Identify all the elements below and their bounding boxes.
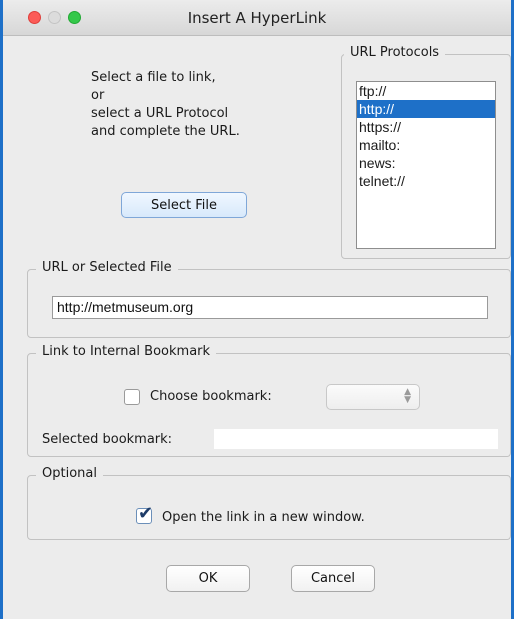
selected-bookmark-label: Selected bookmark:: [42, 432, 173, 447]
instructions-text: Select a file to link, or select a URL P…: [91, 69, 321, 141]
internal-bookmark-group: Link to Internal Bookmark Choose bookmar…: [27, 344, 511, 457]
instruction-line: and complete the URL.: [91, 124, 240, 139]
url-protocols-group: URL Protocols ftp:// http:// https:// ma…: [341, 45, 511, 259]
url-protocols-list[interactable]: ftp:// http:// https:// mailto: news: te…: [356, 81, 496, 249]
url-or-file-legend: URL or Selected File: [36, 260, 178, 275]
optional-group: Optional ✔ Open the link in a new window…: [27, 466, 511, 540]
new-window-label[interactable]: Open the link in a new window.: [162, 510, 365, 525]
url-protocols-legend: URL Protocols: [344, 45, 446, 60]
ok-button[interactable]: OK: [166, 565, 250, 592]
url-input[interactable]: http://metmuseum.org: [52, 296, 488, 319]
cancel-button[interactable]: Cancel: [291, 565, 375, 592]
new-window-checkbox[interactable]: ✔: [136, 503, 154, 524]
instruction-line: or: [91, 88, 105, 103]
selected-bookmark-field: [214, 429, 498, 449]
choose-bookmark-checkbox[interactable]: [124, 389, 140, 405]
protocol-item-telnet[interactable]: telnet://: [357, 172, 495, 190]
url-or-file-group: URL or Selected File http://metmuseum.or…: [27, 260, 511, 338]
choose-bookmark-label[interactable]: Choose bookmark:: [150, 389, 272, 404]
protocol-item-ftp[interactable]: ftp://: [357, 82, 495, 100]
instruction-line: select a URL Protocol: [91, 106, 229, 121]
window-title: Insert A HyperLink: [187, 9, 327, 27]
optional-legend: Optional: [36, 466, 103, 481]
title-bar: Insert A HyperLink: [3, 0, 511, 36]
checkmark-icon: ✔: [138, 503, 154, 524]
protocol-item-mailto[interactable]: mailto:: [357, 136, 495, 154]
chevron-updown-icon: ▲ ▼: [404, 387, 411, 405]
bookmark-select[interactable]: ▲ ▼: [326, 384, 420, 410]
dialog-window: Insert A HyperLink Select a file to link…: [0, 0, 514, 619]
select-file-button[interactable]: Select File: [121, 192, 247, 218]
instruction-line: Select a file to link,: [91, 70, 216, 85]
protocol-item-http[interactable]: http://: [357, 100, 495, 118]
internal-bookmark-legend: Link to Internal Bookmark: [36, 344, 217, 359]
protocol-item-https[interactable]: https://: [357, 118, 495, 136]
protocol-item-news[interactable]: news:: [357, 154, 495, 172]
